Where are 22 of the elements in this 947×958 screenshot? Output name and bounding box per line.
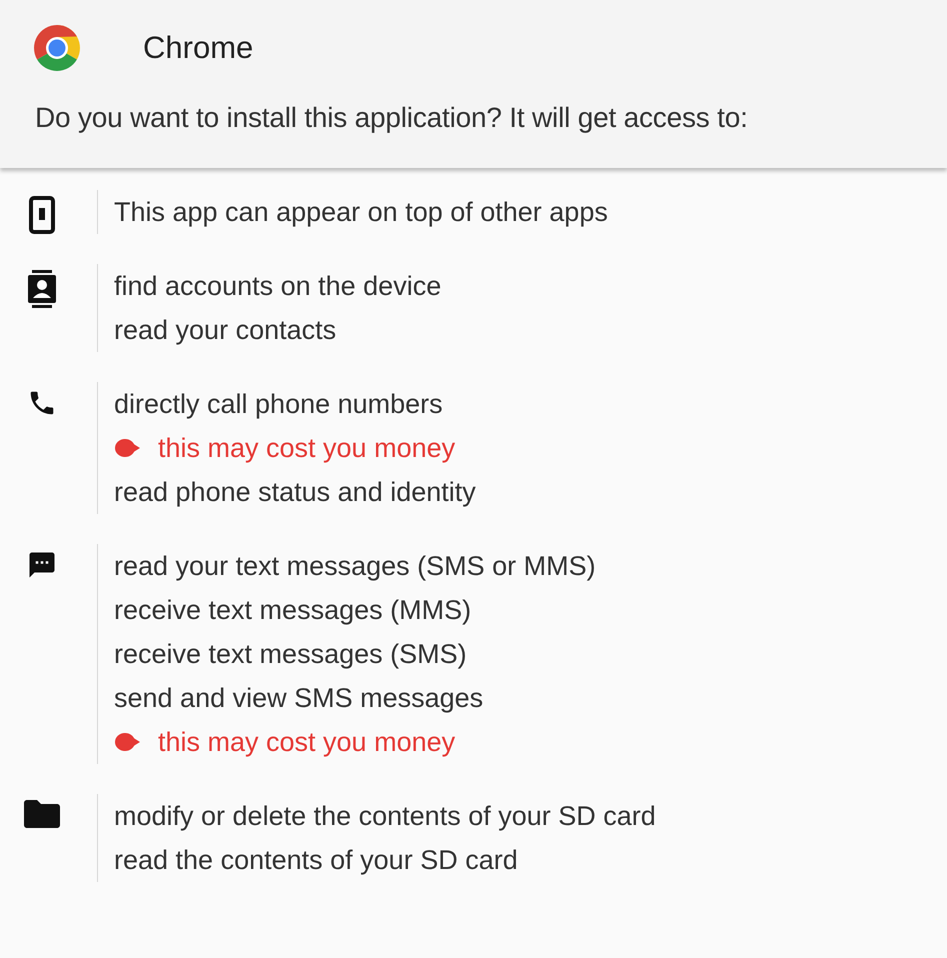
permission-text: find accounts on the device bbox=[114, 270, 442, 303]
permission-text: read your contacts bbox=[114, 314, 336, 347]
permission-text: receive text messages (SMS) bbox=[114, 638, 467, 671]
permission-text: send and view SMS messages bbox=[114, 682, 484, 715]
chat-bubble-icon bbox=[26, 550, 56, 580]
contact-card-icon bbox=[28, 270, 56, 310]
warning-text: this may cost you money bbox=[158, 726, 456, 759]
permission-text: This app can appear on top of other apps bbox=[114, 196, 608, 229]
install-prompt: Do you want to install this application? It will get access to: bbox=[34, 102, 749, 134]
permission-text: directly call phone numbers bbox=[114, 388, 443, 421]
phone-icon bbox=[28, 196, 54, 234]
permission-text: read the contents of your SD card bbox=[114, 844, 518, 877]
folder-icon bbox=[24, 800, 60, 828]
permission-text: read phone status and identity bbox=[114, 476, 476, 509]
money-icon bbox=[114, 731, 140, 753]
permission-text: read your text messages (SMS or MMS) bbox=[114, 550, 596, 583]
logo-icon bbox=[33, 24, 81, 72]
warning-text: this may cost you money bbox=[158, 432, 456, 465]
permission-text: modify or delete the contents of your SD card bbox=[114, 800, 656, 833]
app-title: Chrome bbox=[143, 30, 254, 66]
permission-text: receive text messages (MMS) bbox=[114, 594, 472, 627]
money-icon bbox=[114, 437, 140, 459]
